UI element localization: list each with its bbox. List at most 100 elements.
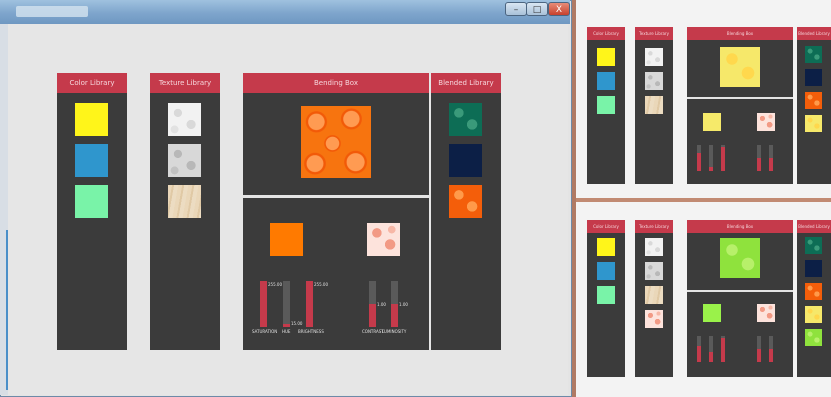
thumb-bottom-color-library: Color Library [587,220,625,377]
thumb-top-blended-library-title: Blended Library [798,31,830,36]
thumb-top-blending-box: Blending Box [687,27,793,184]
saturation-slider-fill [260,281,267,327]
thumb-bottom-blended-green [805,237,822,254]
thumb-bottom-swatch-mint [597,286,615,304]
blending-box-divider [243,195,429,198]
thumb-bottom-blended-library-title: Blended Library [798,224,830,229]
thumb-bottom-color-library-title: Color Library [593,224,619,229]
saturation-label: SATURATION [252,329,278,334]
color-library-header: Color Library [57,73,127,93]
thumb-bottom-blended-library: Blended Library [797,220,831,377]
hue-label: HUE [282,329,291,334]
thumb-bottom-blending-box-header: Blending Box [687,220,793,233]
thumb-top-blended-yellow [805,115,822,132]
thumb-top-divider [687,97,793,99]
thumb-bottom-slider-1-fill [697,346,701,362]
thumb-top-texture-white [645,48,663,66]
luminosity-label: LUMINOSITY [382,329,407,334]
thumb-bottom-swatch-blue [597,262,615,280]
contrast-label: CONTRAST [362,329,384,334]
color-swatch-yellow[interactable] [75,103,108,136]
blending-box-panel: Bending Box 255.00 15.00 255.00 1.00 1.0… [243,73,429,350]
window-title-placeholder [16,6,88,17]
blended-library-panel: Blended Library [431,73,501,350]
thumb-bottom-slider-2-fill [709,352,713,362]
thumb-top-color-library-title: Color Library [593,31,619,36]
thumb-top-blended-library-header: Blended Library [797,27,831,40]
brightness-label: BRIGHTNESS [298,329,324,334]
contrast-value: 1.00 [377,302,386,307]
thumb-bottom-selected-color [703,304,721,322]
luminosity-slider-fill [391,304,398,327]
thumb-top-blend-preview [720,47,760,87]
brightness-slider-fill [306,281,313,327]
thumb-bottom-texture-gray [645,262,663,280]
hue-slider[interactable] [283,281,290,327]
thumb-bottom-slider-3-fill [721,338,725,362]
color-library-title: Color Library [69,79,115,87]
thumb-bottom-blending-box-title: Blending Box [726,224,754,229]
thumb-top-selected-texture [757,113,775,131]
color-swatch-blue[interactable] [75,144,108,177]
thumb-top-swatch-yellow [597,48,615,66]
thumb-top-slider-4-fill [757,158,761,171]
thumb-bottom-blended-navy [805,260,822,277]
thumb-top-blending-box-header: Blending Box [687,27,793,40]
saturation-value: 255.00 [268,282,282,287]
thumb-top-texture-library-header: Texture Library [635,27,673,40]
thumb-top-texture-wood [645,96,663,114]
blended-library-header: Blended Library [431,73,501,93]
thumb-top-texture-library: Texture Library [635,27,673,184]
blended-swatch-navy[interactable] [449,144,482,177]
thumb-bottom-texture-pink [645,310,663,328]
hue-slider-fill [283,324,290,327]
texture-swatch-wood[interactable] [168,185,201,218]
thumb-bottom-blended-orange [805,283,822,300]
thumb-bottom-texture-library: Texture Library [635,220,673,377]
thumb-top-color-library: Color Library [587,27,625,184]
thumb-bottom-divider [687,290,793,292]
texture-library-panel: Texture Library [150,73,220,350]
texture-library-header: Texture Library [150,73,220,93]
thumb-top-swatch-blue [597,72,615,90]
texture-library-title: Texture Library [158,79,212,87]
thumb-top-slider-5-fill [769,158,773,171]
blended-swatch-green[interactable] [449,103,482,136]
maximize-button[interactable]: □ [526,2,548,16]
thumb-bottom-blending-box: Blending Box [687,220,793,377]
blending-box-title: Bending Box [313,79,359,87]
thumb-top-blended-library: Blended Library [797,27,831,184]
thumb-bottom-slider-4-fill [757,349,761,362]
color-swatch-mint[interactable] [75,185,108,218]
thumb-top-texture-library-title: Texture Library [639,31,669,36]
hue-value: 15.00 [291,321,303,326]
thumb-top-color-library-header: Color Library [587,27,625,40]
blended-swatch-orange[interactable] [449,185,482,218]
color-library-panel: Color Library [57,73,127,350]
blended-library-title: Blended Library [438,79,494,87]
texture-swatch-white-floral[interactable] [168,103,201,136]
thumb-top-slider-1-fill [697,153,701,171]
selected-color[interactable] [270,223,303,256]
thumb-bottom-blend-preview [720,238,760,278]
luminosity-value: 1.00 [399,302,408,307]
close-button[interactable]: X [548,2,570,16]
blend-preview [301,106,371,178]
thumb-top-slider-2-fill [709,167,713,171]
thumb-bottom-selected-texture [757,304,775,322]
texture-swatch-gray-floral[interactable] [168,144,201,177]
thumb-top-selected-color [703,113,721,131]
minimize-button[interactable]: – [505,2,527,16]
thumb-top-blended-navy [805,69,822,86]
thumb-bottom-texture-library-header: Texture Library [635,220,673,233]
thumb-top-blending-box-title: Blending Box [726,31,754,36]
thumb-bottom-blended-library-header: Blended Library [797,220,831,233]
thumb-bottom-texture-library-title: Texture Library [639,224,669,229]
thumb-top-blended-orange [805,92,822,109]
thumb-top-blended-green [805,46,822,63]
thumb-top-swatch-mint [597,96,615,114]
thumb-bottom-slider-5-fill [769,349,773,362]
selected-texture[interactable] [367,223,400,256]
thumb-top-slider-3-fill [721,147,725,171]
thumb-bottom-blended-yellow [805,306,822,323]
